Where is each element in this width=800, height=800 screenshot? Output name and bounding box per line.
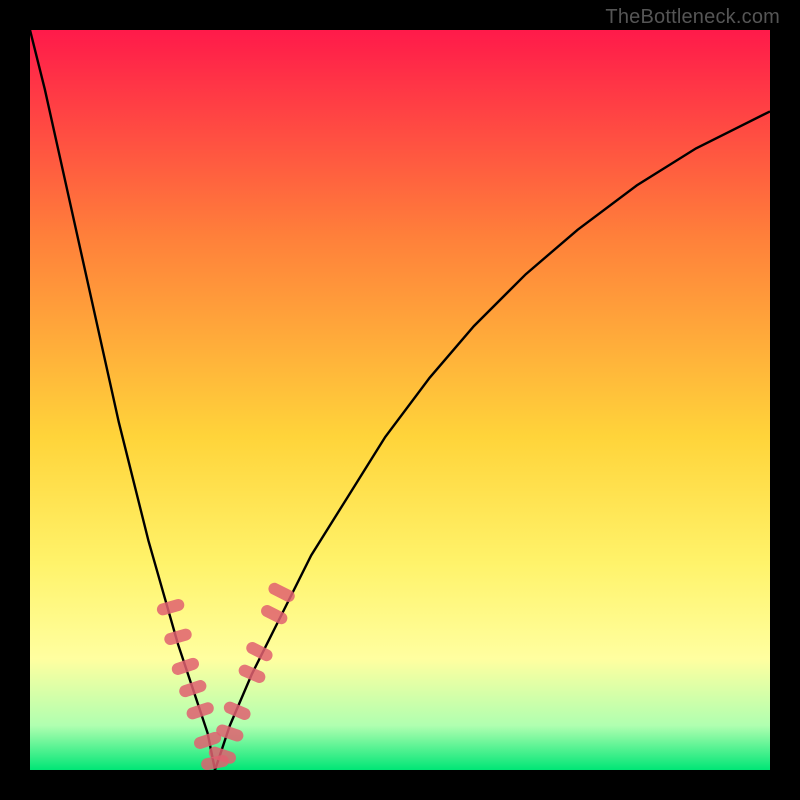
gradient-background (30, 30, 770, 770)
chart-svg (30, 30, 770, 770)
watermark-text: TheBottleneck.com (605, 6, 780, 29)
chart-frame: TheBottleneck.com (0, 0, 800, 800)
plot-area (30, 30, 770, 770)
